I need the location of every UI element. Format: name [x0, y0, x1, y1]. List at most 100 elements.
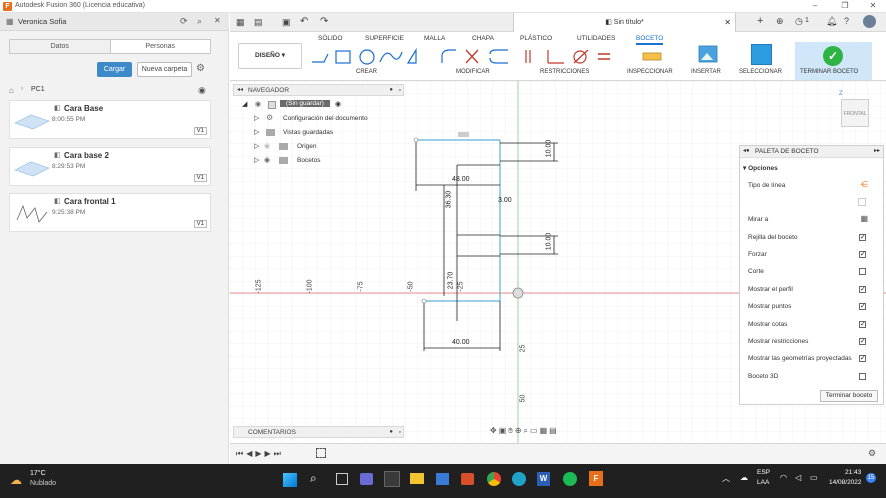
search-icon[interactable]: ⌕ — [197, 16, 202, 27]
start-windows-icon[interactable] — [283, 473, 297, 487]
wifi-icon[interactable]: ◠ — [780, 473, 787, 482]
show-profile-checkbox[interactable] — [859, 285, 866, 293]
volume-icon[interactable]: ◁ — [795, 473, 801, 482]
dimension-label[interactable]: 3.00 — [498, 197, 512, 204]
palette-header[interactable]: ◂● PALETA DE BOCETO ▸▸ — [740, 146, 883, 158]
minimize-icon[interactable]: – — [808, 1, 822, 10]
extensions-icon[interactable]: ⊕ — [776, 16, 784, 27]
slice-checkbox[interactable] — [859, 268, 866, 275]
zoom-icon[interactable]: ⊕ — [515, 426, 524, 435]
save-icon[interactable]: ▣ — [282, 17, 291, 28]
data-panel-grid-icon[interactable]: ▦ — [236, 17, 245, 28]
redo-icon[interactable]: ↷ — [320, 16, 328, 27]
dimension-label[interactable]: 23.70 — [447, 272, 454, 290]
grid-settings-icon[interactable]: ▦ — [540, 426, 550, 435]
file-card[interactable]: ◧ Cara Base 8:00:55 PM V1 — [9, 100, 211, 139]
play-icon[interactable]: ▶ — [255, 449, 264, 458]
browser-close-icon[interactable]: ▫ — [399, 85, 401, 96]
notifications-bell-icon[interactable]: 🔔︎ — [826, 16, 837, 27]
tab-superficie[interactable]: SUPERFICIE — [365, 35, 404, 42]
clock-date[interactable]: 14/08/2022 — [829, 479, 862, 486]
expand-triangle-icon[interactable]: ▷ — [254, 156, 259, 164]
tab-boceto[interactable]: BOCETO — [636, 35, 664, 45]
comments-panel[interactable]: COMENTARIOS ● ▫ — [233, 426, 404, 438]
edge-icon[interactable] — [512, 472, 526, 486]
user-name[interactable]: Veronica Sofia — [18, 17, 66, 26]
undo-icon[interactable]: ↶ — [300, 16, 308, 27]
refresh-icon[interactable]: ⟳ — [180, 16, 188, 27]
tree-item[interactable]: ▷ ◉ Origen — [254, 142, 394, 153]
step-back-icon[interactable]: ◀ — [246, 449, 255, 458]
battery-icon[interactable]: ▭ — [810, 473, 818, 482]
polygon-tool-icon[interactable] — [406, 47, 417, 64]
help-icon[interactable]: ? — [844, 16, 849, 26]
tab-utilidades[interactable]: UTILIDADES — [577, 35, 615, 42]
workspace-dropdown[interactable]: DISEÑO ▾ — [238, 43, 302, 69]
go-to-start-icon[interactable]: ⏮︎ — [236, 449, 246, 458]
construction-line-icon[interactable]: ⋲ — [860, 180, 868, 189]
palette-collapse-icon[interactable]: ◂● — [743, 147, 750, 154]
go-to-end-icon[interactable]: ⏭︎ — [274, 449, 284, 458]
coincident-icon[interactable] — [525, 50, 531, 63]
app-red-icon[interactable] — [461, 473, 474, 485]
look-at-nav-icon[interactable]: ▣ — [499, 426, 509, 435]
create-menu[interactable]: CREAR — [356, 69, 377, 75]
spline-tool-icon[interactable] — [379, 51, 403, 63]
tab-solido[interactable]: SÓLIDO — [318, 35, 343, 42]
hidden-eye-icon[interactable]: ◉ — [264, 142, 270, 150]
sketch-grid-checkbox[interactable] — [859, 233, 866, 241]
task-view-icon[interactable] — [336, 473, 348, 485]
version-badge[interactable]: V1 — [193, 220, 207, 228]
upload-button[interactable]: Cargar — [97, 62, 132, 77]
look-at-icon[interactable]: ▦ — [860, 214, 868, 223]
collapse-chevron-icon[interactable]: ◂◂ — [237, 85, 243, 96]
tab-personas[interactable]: Personas — [111, 40, 211, 53]
show-projected-checkbox[interactable] — [859, 354, 866, 362]
team-icon[interactable]: ◉ — [198, 85, 206, 96]
finish-sketch-area[interactable]: ✓ TERMINAR BOCETO — [795, 42, 872, 80]
clock-time[interactable]: 21:43 — [845, 469, 861, 476]
finish-sketch-menu[interactable]: TERMINAR BOCETO — [800, 69, 858, 75]
snap-checkbox[interactable] — [859, 250, 866, 258]
file-card[interactable]: ◧ Cara frontal 1 9:25:38 PM V1 — [9, 193, 211, 232]
store-icon[interactable] — [436, 473, 449, 485]
expand-triangle-icon[interactable]: ▷ — [254, 128, 259, 136]
tree-item[interactable]: ▷ Vistas guardadas — [254, 128, 394, 139]
sketch-3d-checkbox[interactable] — [859, 373, 866, 380]
dimension-label[interactable]: 40.00 — [452, 339, 470, 346]
version-badge[interactable]: V1 — [193, 127, 207, 135]
options-section[interactable]: ▾ Opciones — [743, 164, 778, 172]
search-taskbar-icon[interactable]: ⌕ — [310, 471, 317, 486]
fusion-app-icon[interactable]: F — [589, 471, 603, 486]
insert-menu[interactable]: INSERTAR — [691, 69, 721, 75]
rectangle-tool-icon[interactable] — [335, 50, 351, 64]
line-tool-icon[interactable] — [312, 53, 329, 63]
offset-tool-icon[interactable] — [489, 49, 508, 64]
breadcrumb-project[interactable]: PC1 — [31, 86, 45, 93]
file-card[interactable]: ◧ Cara base 2 8:29:53 PM V1 — [9, 147, 211, 186]
document-tab[interactable]: ◧ Sin título* ✕ — [513, 13, 736, 32]
viewports-icon[interactable]: ▤ — [549, 426, 559, 435]
tab-plastico[interactable]: PLÁSTICO — [520, 35, 552, 42]
orbit-icon[interactable]: ✥ — [490, 426, 499, 435]
new-folder-button[interactable]: Nueva carpeta — [137, 62, 192, 77]
visibility-eye-icon[interactable]: ◉ — [255, 100, 261, 108]
browser-pin-icon[interactable]: ● — [389, 85, 393, 96]
insert-image-icon[interactable] — [697, 44, 719, 66]
origin-point-icon[interactable] — [512, 287, 524, 299]
activate-radio-icon[interactable]: ◉ — [335, 100, 341, 108]
spotify-icon[interactable] — [563, 472, 577, 486]
tab-datos[interactable]: Datos — [10, 40, 111, 53]
browser-header[interactable]: ◂◂ NAVEGADOR ● ▫ — [233, 84, 404, 96]
expand-triangle-icon[interactable]: ▷ — [254, 142, 259, 150]
tree-item[interactable]: ▷ ◉ Bocetos — [254, 156, 394, 167]
dimension-label[interactable]: 36.30 — [445, 191, 452, 209]
finish-check-icon[interactable]: ✓ — [823, 46, 843, 66]
notification-count-badge[interactable]: 15 — [866, 473, 876, 483]
root-component-label[interactable]: (Sin guardar) — [280, 100, 330, 107]
centerline-icon[interactable] — [858, 198, 866, 206]
tray-chevron-icon[interactable]: ︿ — [722, 473, 730, 484]
measure-icon[interactable] — [640, 46, 664, 68]
fusion-taskbar-icon[interactable] — [384, 471, 400, 487]
settings-gear-icon[interactable]: ⚙ — [196, 63, 205, 74]
